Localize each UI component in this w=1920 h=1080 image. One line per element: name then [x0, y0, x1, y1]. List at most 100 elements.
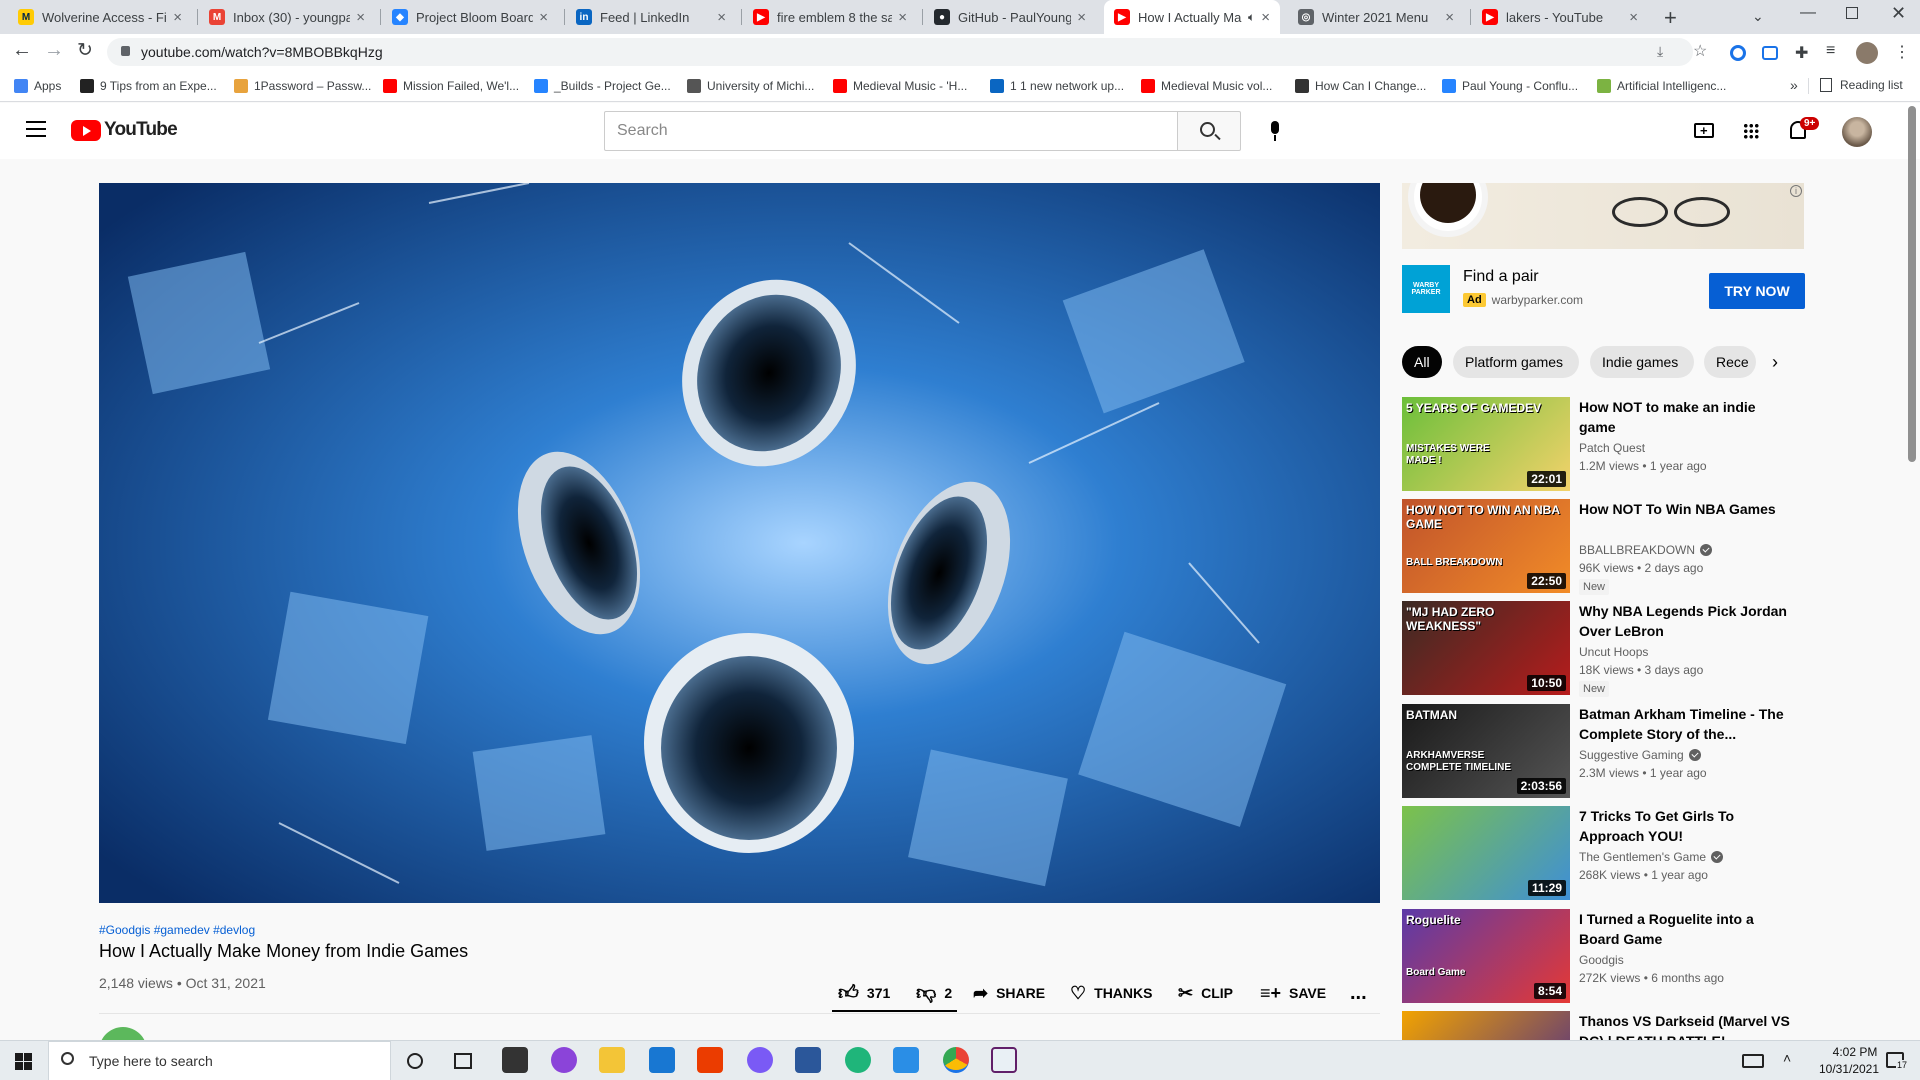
search-button[interactable]: [1177, 111, 1241, 151]
bookmark-item[interactable]: 1 1 new network up...: [990, 70, 1124, 102]
store-app-icon[interactable]: [502, 1047, 528, 1073]
bookmark-item[interactable]: Apps: [14, 70, 61, 102]
save-button[interactable]: ≡+ SAVE: [1260, 975, 1326, 1011]
chrome-app-icon[interactable]: [943, 1047, 969, 1073]
bookmarks-overflow-button[interactable]: »: [1790, 77, 1798, 93]
video-player[interactable]: [99, 183, 1380, 903]
cortana-icon[interactable]: [407, 1053, 423, 1069]
video-thumbnail[interactable]: BATMAN ARKHAMVERSE COMPLETE TIMELINE 2:03:…: [1402, 704, 1570, 798]
minimize-button[interactable]: —: [1800, 4, 1816, 22]
reload-button[interactable]: ↻: [77, 39, 93, 62]
clock-time[interactable]: 4:02 PM: [1820, 1045, 1890, 1059]
video-title[interactable]: Batman Arkham Timeline - The Complete St…: [1579, 704, 1794, 744]
discord-app-icon[interactable]: [747, 1047, 773, 1073]
bookmark-item[interactable]: How Can I Change...: [1295, 70, 1426, 102]
filter-chip[interactable]: Indie games: [1590, 346, 1694, 378]
more-actions-button[interactable]: ...: [1350, 975, 1367, 1011]
bookmark-item[interactable]: 1Password – Passw...: [234, 70, 371, 102]
browser-tab[interactable]: M Wolverine Access - Fin ×: [8, 0, 192, 34]
tab-close-icon[interactable]: ×: [717, 9, 726, 26]
task-view-icon[interactable]: [454, 1053, 472, 1069]
channel-name[interactable]: The Gentlemen's Game: [1579, 850, 1724, 864]
extension-icon-2[interactable]: [1762, 46, 1778, 60]
channel-name[interactable]: BBALLBREAKDOWN: [1579, 543, 1713, 557]
hamburger-menu-icon[interactable]: [26, 121, 46, 137]
like-button[interactable]: 👍︎ 371: [838, 975, 890, 1011]
thanks-button[interactable]: ♡ THANKS: [1070, 975, 1152, 1011]
recommended-video[interactable]: Roguelite Board Game 8:54 I Turned a Roguel…: [1402, 909, 1822, 1005]
profile-avatar[interactable]: [1856, 42, 1878, 64]
ad-banner-image[interactable]: [1402, 183, 1804, 249]
search-input[interactable]: Search: [604, 111, 1178, 151]
tab-close-icon[interactable]: ×: [1077, 9, 1086, 26]
browser-tab[interactable]: ◆ Project Bloom Board - ×: [382, 0, 558, 34]
video-title[interactable]: 7 Tricks To Get Girls To Approach YOU!: [1579, 806, 1794, 846]
browser-tab[interactable]: ▶ fire emblem 8 the sac ×: [743, 0, 917, 34]
video-thumbnail[interactable]: Roguelite Board Game 8:54: [1402, 909, 1570, 1003]
video-thumbnail[interactable]: 5 YEARS OF GAMEDEV MISTAKES WERE MADE ! 22…: [1402, 397, 1570, 491]
apps-grid-icon[interactable]: [1743, 123, 1759, 139]
video-title[interactable]: Why NBA Legends Pick Jordan Over LeBron: [1579, 601, 1794, 641]
bookmark-item[interactable]: Artificial Intelligenc...: [1597, 70, 1726, 102]
recommended-video[interactable]: 11:29 7 Tricks To Get Girls To Approach Y…: [1402, 806, 1822, 902]
chrome-menu-icon[interactable]: ⋮: [1894, 42, 1910, 62]
create-video-icon[interactable]: +: [1694, 123, 1714, 138]
keyboard-icon[interactable]: [1742, 1054, 1764, 1068]
url-text[interactable]: youtube.com/watch?v=8MBOBBkqHzg: [141, 44, 383, 60]
clip-button[interactable]: ✂ CLIP: [1178, 975, 1233, 1011]
voice-search-icon[interactable]: [1257, 113, 1293, 149]
recommended-video[interactable]: BATMAN ARKHAMVERSE COMPLETE TIMELINE 2:03:…: [1402, 704, 1822, 800]
filter-chip[interactable]: Rece: [1704, 346, 1756, 378]
bookmark-star-icon[interactable]: ☆: [1693, 41, 1707, 61]
bookmark-item[interactable]: Mission Failed, We'l...: [383, 70, 519, 102]
dislike-button[interactable]: 👎︎ 2: [916, 975, 952, 1011]
sidebar-scrollbar[interactable]: [1908, 106, 1916, 462]
reading-list-button[interactable]: Reading list: [1820, 78, 1903, 92]
clock-date[interactable]: 10/31/2021: [1808, 1062, 1890, 1076]
slack-app-icon[interactable]: [991, 1047, 1017, 1073]
install-app-icon[interactable]: ⤓: [1657, 43, 1663, 60]
bookmark-item[interactable]: _Builds - Project Ge...: [534, 70, 671, 102]
youtube-logo[interactable]: YouTube: [71, 119, 178, 141]
channel-name[interactable]: Patch Quest: [1579, 441, 1645, 455]
browser-tab[interactable]: ▶ How I Actually Ma 🔈︎ ×: [1104, 0, 1280, 34]
share-button[interactable]: ➦ SHARE: [973, 975, 1045, 1011]
back-button[interactable]: ←: [12, 39, 32, 62]
channel-name[interactable]: Uncut Hoops: [1579, 645, 1648, 659]
recommended-video[interactable]: HOW NOT TO WIN AN NBA GAME BALL BREAKDOWN…: [1402, 499, 1822, 595]
browser-tab[interactable]: ● GitHub - PaulYoung-d ×: [924, 0, 1096, 34]
video-title[interactable]: How NOT to make an indie game: [1579, 397, 1794, 437]
vscode-app-icon[interactable]: [893, 1047, 919, 1073]
bookmark-item[interactable]: Paul Young - Conflu...: [1442, 70, 1578, 102]
extensions-puzzle-icon[interactable]: ✚: [1795, 43, 1808, 63]
video-thumbnail[interactable]: HOW NOT TO WIN AN NBA GAME BALL BREAKDOWN…: [1402, 499, 1570, 593]
recommended-video[interactable]: 5 YEARS OF GAMEDEV MISTAKES WERE MADE ! 22…: [1402, 397, 1822, 493]
video-thumbnail[interactable]: "MJ HAD ZERO WEAKNESS" 10:50: [1402, 601, 1570, 695]
video-hashtags[interactable]: #Goodgis #gamedev #devlog: [99, 923, 255, 937]
forward-button[interactable]: →: [44, 39, 64, 62]
tab-close-icon[interactable]: ×: [539, 9, 548, 26]
ad-title[interactable]: Find a pair: [1463, 268, 1539, 286]
filter-chip[interactable]: All: [1402, 346, 1442, 378]
try-now-button[interactable]: TRY NOW: [1709, 273, 1805, 309]
windows-start-button[interactable]: [15, 1053, 32, 1070]
video-thumbnail[interactable]: 11:29: [1402, 806, 1570, 900]
ad-brand-logo[interactable]: WARBY PARKER: [1402, 265, 1450, 313]
browser-tab[interactable]: M Inbox (30) - youngpau ×: [199, 0, 375, 34]
browser-tab[interactable]: in Feed | LinkedIn ×: [566, 0, 736, 34]
tab-close-icon[interactable]: ×: [356, 9, 365, 26]
tab-close-icon[interactable]: ×: [1261, 9, 1270, 26]
tab-close-icon[interactable]: ×: [1629, 9, 1638, 26]
word-app-icon[interactable]: [795, 1047, 821, 1073]
ad-info-icon[interactable]: i: [1790, 185, 1802, 197]
account-avatar[interactable]: [1842, 117, 1872, 147]
video-title[interactable]: How NOT To Win NBA Games: [1579, 499, 1794, 519]
close-window-button[interactable]: ✕: [1891, 3, 1906, 24]
extension-icon-1[interactable]: [1730, 45, 1746, 61]
tab-close-icon[interactable]: ×: [898, 9, 907, 26]
tab-close-icon[interactable]: ×: [1445, 9, 1454, 26]
bookmark-item[interactable]: 9 Tips from an Expe...: [80, 70, 217, 102]
address-bar[interactable]: youtube.com/watch?v=8MBOBBkqHzg ⤓ ☆: [107, 38, 1707, 66]
bookmark-item[interactable]: University of Michi...: [687, 70, 814, 102]
podcast-app-icon[interactable]: [551, 1047, 577, 1073]
